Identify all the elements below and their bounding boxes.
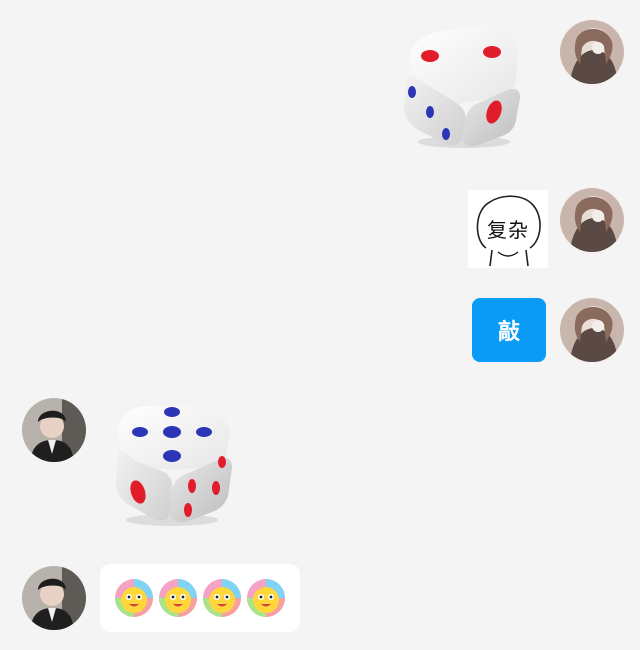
avatar-photo-self (560, 188, 624, 252)
smiling-flower-emoji (115, 579, 153, 617)
self-avatar[interactable] (560, 298, 624, 362)
sticker-message[interactable]: 复杂 (468, 190, 548, 268)
contact-avatar[interactable] (22, 566, 86, 630)
dice-icon (116, 406, 232, 526)
avatar-photo-self (560, 20, 624, 84)
dice-message-contact[interactable] (108, 396, 240, 528)
sent-text-bubble[interactable]: 敲 (472, 298, 546, 362)
smiling-flower-emoji (203, 579, 241, 617)
contact-avatar[interactable] (22, 398, 86, 462)
self-avatar[interactable] (560, 188, 624, 252)
self-avatar[interactable] (560, 20, 624, 84)
dice-icon (404, 26, 520, 148)
message-text: 敲 (497, 320, 520, 345)
smiling-flower-emoji (247, 579, 285, 617)
avatar-photo-contact (22, 566, 86, 630)
sticker-caption: 复杂 (487, 218, 529, 242)
received-emoji-bubble[interactable] (100, 564, 300, 632)
smiling-flower-emoji (159, 579, 197, 617)
chat-conversation: 复杂 敲 (0, 0, 640, 650)
avatar-photo-contact (22, 398, 86, 462)
dice-message-self[interactable] (396, 20, 528, 152)
avatar-photo-self (560, 298, 624, 362)
